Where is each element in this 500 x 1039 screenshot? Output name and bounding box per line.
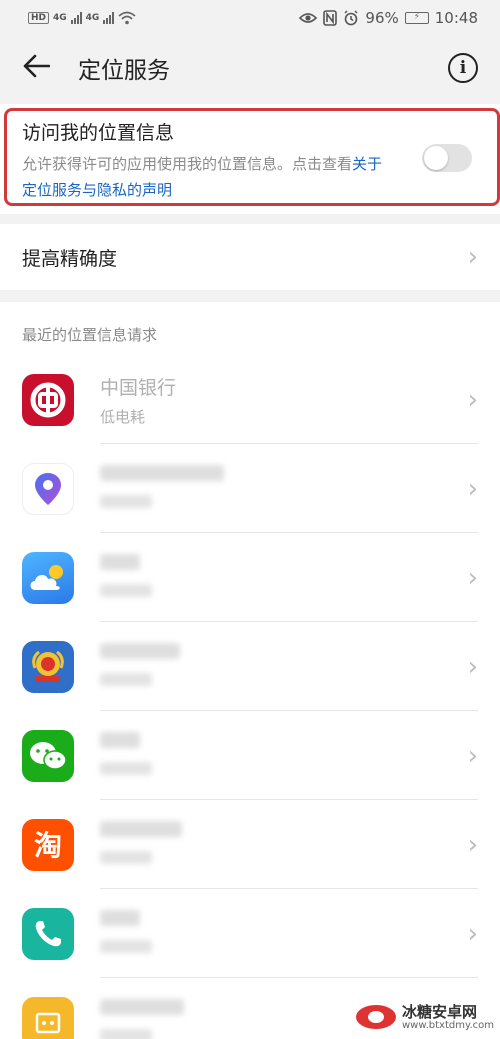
improve-accuracy-label: 提高精确度: [22, 247, 118, 270]
watermark-logo: [355, 1005, 396, 1030]
files-icon: [22, 996, 74, 1039]
list-item[interactable]: ›: [0, 622, 500, 711]
weather-icon: [22, 551, 74, 604]
chevron-right-icon: ›: [467, 651, 478, 682]
eye-icon: [299, 13, 318, 23]
phone-icon: [22, 907, 74, 960]
nfc-icon: [323, 10, 338, 26]
map-pin-icon: [22, 462, 74, 515]
back-arrow-icon[interactable]: [22, 51, 62, 86]
blurred-app-power: [100, 673, 152, 686]
blurred-app-name: [100, 732, 140, 748]
signal-icon-2: [103, 12, 115, 24]
app-power: 低电耗: [100, 407, 146, 426]
hd-badge: HD: [28, 12, 50, 24]
watermark: 冰糖安卓网 www.btxtdmy.com: [355, 1002, 494, 1031]
watermark-url: www.btxtdmy.com: [401, 1020, 494, 1031]
location-access-description: 允许获得许可的应用使用我的位置信息。点击查看关于定位服务与隐私的声明: [22, 151, 392, 203]
location-access-title: 访问我的位置信息: [22, 122, 175, 144]
blurred-app-power: [100, 851, 152, 864]
blurred-app-power: [100, 584, 152, 597]
list-item[interactable]: 中国银行 低电耗 ›: [0, 355, 500, 444]
battery-icon: ⚡: [404, 12, 429, 24]
list-item[interactable]: ›: [0, 711, 500, 800]
info-icon[interactable]: i: [448, 53, 478, 83]
blurred-app-name: [100, 643, 180, 659]
blurred-app-power: [100, 1029, 152, 1039]
svg-text:淘: 淘: [34, 829, 62, 862]
blurred-app-name: [100, 465, 224, 481]
signal-icon: [70, 12, 82, 24]
taobao-icon: 淘: [22, 818, 74, 871]
blurred-app-power: [100, 762, 152, 775]
list-item[interactable]: 淘 ›: [0, 800, 500, 889]
chevron-right-icon: ›: [467, 473, 478, 504]
wifi-icon: [118, 11, 136, 25]
watermark-name: 冰糖安卓网: [401, 1002, 477, 1021]
list-item[interactable]: ›: [0, 889, 500, 978]
blurred-app-name: [100, 910, 140, 926]
toggle-knob: [424, 146, 448, 170]
boc-icon: [22, 373, 74, 426]
recent-requests-header: 最近的位置信息请求: [22, 326, 158, 344]
blurred-app-name: [100, 999, 184, 1015]
wechat-icon: [22, 729, 74, 782]
status-time: 10:48: [434, 9, 478, 27]
location-access-setting[interactable]: 访问我的位置信息 允许获得许可的应用使用我的位置信息。点击查看关于定位服务与隐私…: [0, 104, 500, 214]
blurred-app-power: [100, 940, 152, 953]
network-type-1: 4G: [53, 13, 67, 23]
blurred-app-name: [100, 821, 182, 837]
app-name: 中国银行: [100, 376, 177, 399]
location-toggle[interactable]: [422, 144, 472, 172]
recent-requests-section: 最近的位置信息请求 中国银行 低电耗 › › › › › 淘 › ›: [0, 302, 500, 1039]
blurred-app-name: [100, 554, 140, 570]
chevron-right-icon: ›: [467, 829, 478, 860]
chevron-right-icon: ›: [467, 562, 478, 593]
tax-icon: [22, 640, 74, 693]
chevron-right-icon: ›: [467, 242, 478, 272]
improve-accuracy-row[interactable]: 提高精确度 ›: [0, 224, 500, 290]
blurred-app-power: [100, 495, 152, 508]
list-item[interactable]: ›: [0, 533, 500, 622]
chevron-right-icon: ›: [467, 384, 478, 415]
battery-percent: 96%: [365, 9, 399, 27]
network-type-2: 4G: [85, 13, 100, 23]
alarm-icon: [344, 10, 358, 26]
chevron-right-icon: ›: [467, 918, 478, 949]
list-item[interactable]: ›: [0, 444, 500, 533]
status-bar: HD 4G 4G 96% ⚡ 10:48: [0, 0, 500, 36]
chevron-right-icon: ›: [467, 740, 478, 771]
app-bar: 定位服务 i: [0, 36, 500, 100]
page-title: 定位服务: [78, 58, 170, 84]
location-access-desc-text: 允许获得许可的应用使用我的位置信息。点击查看: [22, 155, 353, 173]
